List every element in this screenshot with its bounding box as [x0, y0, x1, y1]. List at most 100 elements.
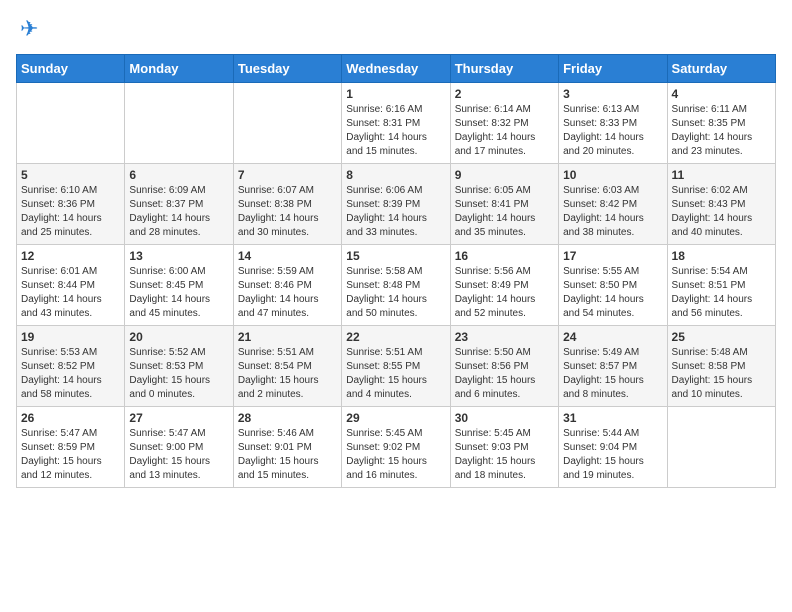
day-number: 3	[563, 87, 662, 101]
day-info: Sunrise: 5:52 AM Sunset: 8:53 PM Dayligh…	[129, 346, 228, 402]
calendar-table: SundayMondayTuesdayWednesdayThursdayFrid…	[16, 54, 776, 488]
day-number: 22	[346, 330, 445, 344]
calendar-week-row: 19 Sunrise: 5:53 AM Sunset: 8:52 PM Dayli…	[17, 326, 776, 407]
day-number: 29	[346, 411, 445, 425]
day-number: 5	[21, 168, 120, 182]
calendar-week-row: 26 Sunrise: 5:47 AM Sunset: 8:59 PM Dayli…	[17, 407, 776, 488]
calendar-week-row: 1 Sunrise: 6:16 AM Sunset: 8:31 PM Daylig…	[17, 83, 776, 164]
day-info: Sunrise: 5:56 AM Sunset: 8:49 PM Dayligh…	[455, 265, 554, 321]
day-info: Sunrise: 5:58 AM Sunset: 8:48 PM Dayligh…	[346, 265, 445, 321]
day-number: 23	[455, 330, 554, 344]
day-info: Sunrise: 5:44 AM Sunset: 9:04 PM Dayligh…	[563, 427, 662, 483]
day-info: Sunrise: 5:46 AM Sunset: 9:01 PM Dayligh…	[238, 427, 337, 483]
day-number: 6	[129, 168, 228, 182]
day-number: 17	[563, 249, 662, 263]
calendar-cell	[667, 407, 775, 488]
calendar-cell: 16 Sunrise: 5:56 AM Sunset: 8:49 PM Dayli…	[450, 245, 558, 326]
day-number: 27	[129, 411, 228, 425]
calendar-cell: 15Sunrise: 5:58 AM Sunset: 8:48 PM Dayli…	[342, 245, 450, 326]
calendar-cell: 27 Sunrise: 5:47 AM Sunset: 9:00 PM Dayli…	[125, 407, 233, 488]
day-info: Sunrise: 6:09 AM Sunset: 8:37 PM Dayligh…	[129, 184, 228, 240]
day-number: 24	[563, 330, 662, 344]
day-info: Sunrise: 5:53 AM Sunset: 8:52 PM Dayligh…	[21, 346, 120, 402]
day-info: Sunrise: 6:03 AM Sunset: 8:42 PM Dayligh…	[563, 184, 662, 240]
day-number: 10	[563, 168, 662, 182]
calendar-cell	[125, 83, 233, 164]
day-info: Sunrise: 5:50 AM Sunset: 8:56 PM Dayligh…	[455, 346, 554, 402]
calendar-cell: 24Sunrise: 5:49 AM Sunset: 8:57 PM Dayli…	[559, 326, 667, 407]
calendar-header-row: SundayMondayTuesdayWednesdayThursdayFrid…	[17, 55, 776, 83]
calendar-cell: 3 Sunrise: 6:13 AM Sunset: 8:33 PM Daylig…	[559, 83, 667, 164]
calendar-week-row: 12 Sunrise: 6:01 AM Sunset: 8:44 PM Dayli…	[17, 245, 776, 326]
calendar-cell: 8Sunrise: 6:06 AM Sunset: 8:39 PM Daylig…	[342, 164, 450, 245]
calendar-cell: 21Sunrise: 5:51 AM Sunset: 8:54 PM Dayli…	[233, 326, 341, 407]
calendar-cell: 7Sunrise: 6:07 AM Sunset: 8:38 PM Daylig…	[233, 164, 341, 245]
day-number: 2	[455, 87, 554, 101]
day-info: Sunrise: 5:54 AM Sunset: 8:51 PM Dayligh…	[672, 265, 771, 321]
calendar-cell: 13 Sunrise: 6:00 AM Sunset: 8:45 PM Dayli…	[125, 245, 233, 326]
logo-bird-icon: ✈	[20, 16, 38, 42]
calendar-cell: 20Sunrise: 5:52 AM Sunset: 8:53 PM Dayli…	[125, 326, 233, 407]
day-info: Sunrise: 5:59 AM Sunset: 8:46 PM Dayligh…	[238, 265, 337, 321]
day-info: Sunrise: 6:01 AM Sunset: 8:44 PM Dayligh…	[21, 265, 120, 321]
day-number: 1	[346, 87, 445, 101]
calendar-cell: 30Sunrise: 5:45 AM Sunset: 9:03 PM Dayli…	[450, 407, 558, 488]
calendar-cell: 19 Sunrise: 5:53 AM Sunset: 8:52 PM Dayli…	[17, 326, 125, 407]
day-info: Sunrise: 5:51 AM Sunset: 8:55 PM Dayligh…	[346, 346, 445, 402]
page-header: ✈	[16, 16, 776, 42]
day-info: Sunrise: 6:13 AM Sunset: 8:33 PM Dayligh…	[563, 103, 662, 159]
calendar-cell: 22 Sunrise: 5:51 AM Sunset: 8:55 PM Dayli…	[342, 326, 450, 407]
calendar-cell: 6 Sunrise: 6:09 AM Sunset: 8:37 PM Daylig…	[125, 164, 233, 245]
day-info: Sunrise: 6:05 AM Sunset: 8:41 PM Dayligh…	[455, 184, 554, 240]
calendar-cell: 2Sunrise: 6:14 AM Sunset: 8:32 PM Daylig…	[450, 83, 558, 164]
calendar-cell: 28 Sunrise: 5:46 AM Sunset: 9:01 PM Dayli…	[233, 407, 341, 488]
day-info: Sunrise: 5:51 AM Sunset: 8:54 PM Dayligh…	[238, 346, 337, 402]
day-number: 9	[455, 168, 554, 182]
calendar-day-header: Sunday	[17, 55, 125, 83]
calendar-cell: 11 Sunrise: 6:02 AM Sunset: 8:43 PM Dayli…	[667, 164, 775, 245]
day-number: 13	[129, 249, 228, 263]
calendar-cell: 4Sunrise: 6:11 AM Sunset: 8:35 PM Daylig…	[667, 83, 775, 164]
day-info: Sunrise: 5:47 AM Sunset: 8:59 PM Dayligh…	[21, 427, 120, 483]
calendar-cell: 14 Sunrise: 5:59 AM Sunset: 8:46 PM Dayli…	[233, 245, 341, 326]
day-number: 11	[672, 168, 771, 182]
calendar-day-header: Monday	[125, 55, 233, 83]
calendar-cell: 12 Sunrise: 6:01 AM Sunset: 8:44 PM Dayli…	[17, 245, 125, 326]
calendar-cell: 25 Sunrise: 5:48 AM Sunset: 8:58 PM Dayli…	[667, 326, 775, 407]
day-number: 26	[21, 411, 120, 425]
day-number: 30	[455, 411, 554, 425]
day-number: 19	[21, 330, 120, 344]
calendar-cell: 17 Sunrise: 5:55 AM Sunset: 8:50 PM Dayli…	[559, 245, 667, 326]
calendar-cell	[17, 83, 125, 164]
calendar-day-header: Tuesday	[233, 55, 341, 83]
day-number: 16	[455, 249, 554, 263]
day-info: Sunrise: 6:00 AM Sunset: 8:45 PM Dayligh…	[129, 265, 228, 321]
day-number: 7	[238, 168, 337, 182]
day-number: 18	[672, 249, 771, 263]
calendar-cell: 18 Sunrise: 5:54 AM Sunset: 8:51 PM Dayli…	[667, 245, 775, 326]
logo: ✈	[16, 16, 38, 42]
day-number: 4	[672, 87, 771, 101]
day-number: 28	[238, 411, 337, 425]
calendar-day-header: Friday	[559, 55, 667, 83]
day-info: Sunrise: 6:02 AM Sunset: 8:43 PM Dayligh…	[672, 184, 771, 240]
day-info: Sunrise: 6:16 AM Sunset: 8:31 PM Dayligh…	[346, 103, 445, 159]
calendar-cell: 23 Sunrise: 5:50 AM Sunset: 8:56 PM Dayli…	[450, 326, 558, 407]
calendar-week-row: 5 Sunrise: 6:10 AM Sunset: 8:36 PM Daylig…	[17, 164, 776, 245]
calendar-cell: 5 Sunrise: 6:10 AM Sunset: 8:36 PM Daylig…	[17, 164, 125, 245]
calendar-cell: 1 Sunrise: 6:16 AM Sunset: 8:31 PM Daylig…	[342, 83, 450, 164]
day-number: 12	[21, 249, 120, 263]
day-number: 31	[563, 411, 662, 425]
calendar-day-header: Wednesday	[342, 55, 450, 83]
day-info: Sunrise: 5:48 AM Sunset: 8:58 PM Dayligh…	[672, 346, 771, 402]
day-info: Sunrise: 5:55 AM Sunset: 8:50 PM Dayligh…	[563, 265, 662, 321]
day-number: 14	[238, 249, 337, 263]
calendar-cell	[233, 83, 341, 164]
day-number: 25	[672, 330, 771, 344]
calendar-day-header: Thursday	[450, 55, 558, 83]
day-number: 8	[346, 168, 445, 182]
day-info: Sunrise: 5:47 AM Sunset: 9:00 PM Dayligh…	[129, 427, 228, 483]
calendar-cell: 31 Sunrise: 5:44 AM Sunset: 9:04 PM Dayli…	[559, 407, 667, 488]
day-info: Sunrise: 5:45 AM Sunset: 9:02 PM Dayligh…	[346, 427, 445, 483]
day-info: Sunrise: 6:10 AM Sunset: 8:36 PM Dayligh…	[21, 184, 120, 240]
